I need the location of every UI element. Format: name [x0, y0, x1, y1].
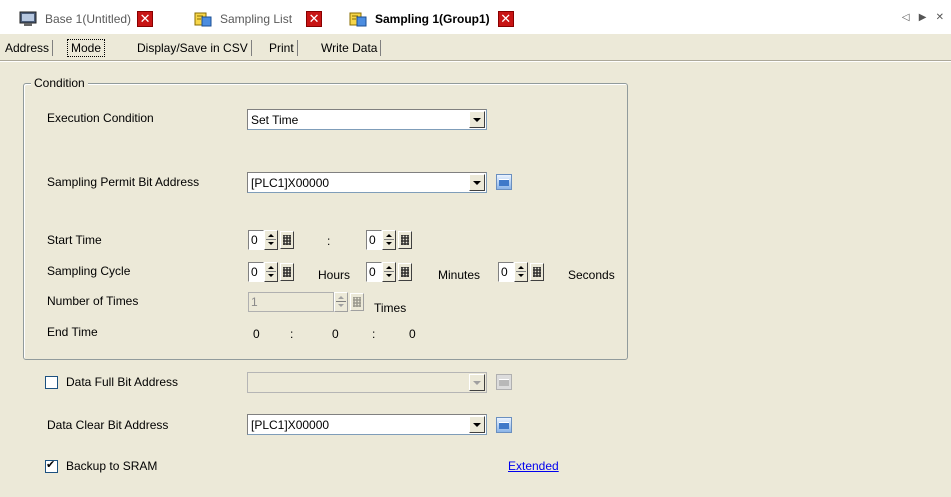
tab-scroll-arrows[interactable]: ◁ ▶ ✕ — [902, 12, 947, 23]
cycle-seconds-input[interactable]: 0 — [498, 262, 514, 282]
times-unit-label: Times — [374, 301, 407, 315]
dropdown-arrow-icon[interactable] — [469, 111, 485, 128]
keypad-icon[interactable] — [280, 231, 294, 249]
start-minutes-stepper[interactable]: 0 — [366, 230, 414, 250]
backup-sram-label: Backup to SRAM — [66, 459, 158, 473]
start-hours-stepper[interactable]: 0 — [248, 230, 296, 250]
hours-unit-label: Hours — [318, 268, 351, 282]
sampling-permit-value: [PLC1]X00000 — [251, 176, 330, 190]
dropdown-arrow-icon[interactable] — [469, 416, 485, 433]
seconds-unit-label: Seconds — [568, 268, 615, 282]
address-picker-icon[interactable] — [496, 417, 512, 433]
address-picker-icon[interactable] — [496, 374, 512, 390]
close-icon[interactable]: ✕ — [306, 11, 323, 27]
doc-tab-label: Sampling List — [220, 12, 293, 26]
tab-write-data[interactable]: Write Data — [318, 40, 382, 56]
end-time-seconds: 0 — [409, 327, 416, 341]
sampling-icon — [194, 11, 212, 27]
data-full-checkbox[interactable] — [45, 376, 58, 389]
tab-display-save-csv[interactable]: Display/Save in CSV — [134, 40, 252, 56]
cycle-minutes-stepper[interactable]: 0 — [366, 262, 414, 282]
dropdown-arrow-icon[interactable] — [469, 374, 485, 391]
end-time-hours: 0 — [253, 327, 260, 341]
keypad-icon[interactable] — [398, 263, 412, 281]
spin-arrows-icon[interactable] — [514, 262, 528, 282]
keypad-icon[interactable] — [280, 263, 294, 281]
end-time-separator: : — [290, 327, 294, 341]
doc-tab-label: Sampling 1(Group1) — [375, 12, 490, 26]
keypad-icon[interactable] — [350, 293, 364, 311]
extended-link[interactable]: Extended — [508, 459, 559, 473]
cycle-hours-stepper[interactable]: 0 — [248, 262, 296, 282]
sampling-permit-select[interactable]: [PLC1]X00000 — [247, 172, 487, 193]
doc-tab-label: Base 1(Untitled) — [45, 12, 132, 26]
cycle-minutes-input[interactable]: 0 — [366, 262, 382, 282]
spin-arrows-icon[interactable] — [264, 230, 278, 250]
number-of-times-input[interactable]: 1 — [248, 292, 334, 312]
start-time-label: Start Time — [47, 233, 102, 247]
end-time-label: End Time — [47, 325, 98, 339]
dropdown-arrow-icon[interactable] — [469, 174, 485, 191]
keypad-icon[interactable] — [530, 263, 544, 281]
tab-address[interactable]: Address — [2, 40, 54, 56]
spin-arrows-icon[interactable] — [382, 262, 396, 282]
close-icon[interactable]: ✕ — [137, 11, 154, 27]
data-clear-select[interactable]: [PLC1]X00000 — [247, 414, 487, 435]
address-picker-icon[interactable] — [496, 174, 512, 190]
spin-arrows-icon[interactable] — [334, 292, 348, 312]
execution-condition-value: Set Time — [251, 113, 299, 127]
end-time-separator: : — [372, 327, 376, 341]
number-of-times-label: Number of Times — [47, 294, 139, 308]
screen-icon — [19, 11, 37, 27]
data-clear-value: [PLC1]X00000 — [251, 418, 330, 432]
start-time-separator: : — [327, 234, 331, 248]
doc-tab-sampling-group[interactable]: Sampling 1(Group1) ✕ — [349, 9, 514, 29]
condition-legend: Condition — [31, 76, 88, 90]
cycle-seconds-stepper[interactable]: 0 — [498, 262, 546, 282]
backup-sram-checkbox[interactable] — [45, 458, 58, 473]
data-full-label: Data Full Bit Address — [66, 375, 179, 389]
start-minutes-input[interactable]: 0 — [366, 230, 382, 250]
tab-divider — [0, 60, 951, 62]
sampling-cycle-label: Sampling Cycle — [47, 264, 131, 278]
doc-tab-base[interactable]: Base 1(Untitled) ✕ — [19, 9, 154, 29]
number-of-times-stepper[interactable]: 1 — [248, 292, 366, 312]
minutes-unit-label: Minutes — [438, 268, 481, 282]
keypad-icon[interactable] — [398, 231, 412, 249]
close-icon[interactable]: ✕ — [497, 11, 514, 27]
tab-mode[interactable]: Mode — [67, 39, 106, 57]
tab-print[interactable]: Print — [266, 40, 298, 56]
spin-arrows-icon[interactable] — [382, 230, 396, 250]
document-tab-bar: Base 1(Untitled) ✕ Sampling List ✕ Sampl… — [0, 0, 951, 34]
end-time-minutes: 0 — [332, 327, 339, 341]
spin-arrows-icon[interactable] — [264, 262, 278, 282]
data-full-select[interactable] — [247, 372, 487, 393]
cycle-hours-input[interactable]: 0 — [248, 262, 264, 282]
data-clear-label: Data Clear Bit Address — [47, 418, 169, 432]
execution-condition-label: Execution Condition — [47, 111, 154, 125]
sampling-icon — [349, 11, 367, 27]
sampling-permit-label: Sampling Permit Bit Address — [47, 175, 200, 189]
doc-tab-sampling-list[interactable]: Sampling List ✕ — [194, 9, 323, 29]
execution-condition-select[interactable]: Set Time — [247, 109, 487, 130]
start-hours-input[interactable]: 0 — [248, 230, 264, 250]
